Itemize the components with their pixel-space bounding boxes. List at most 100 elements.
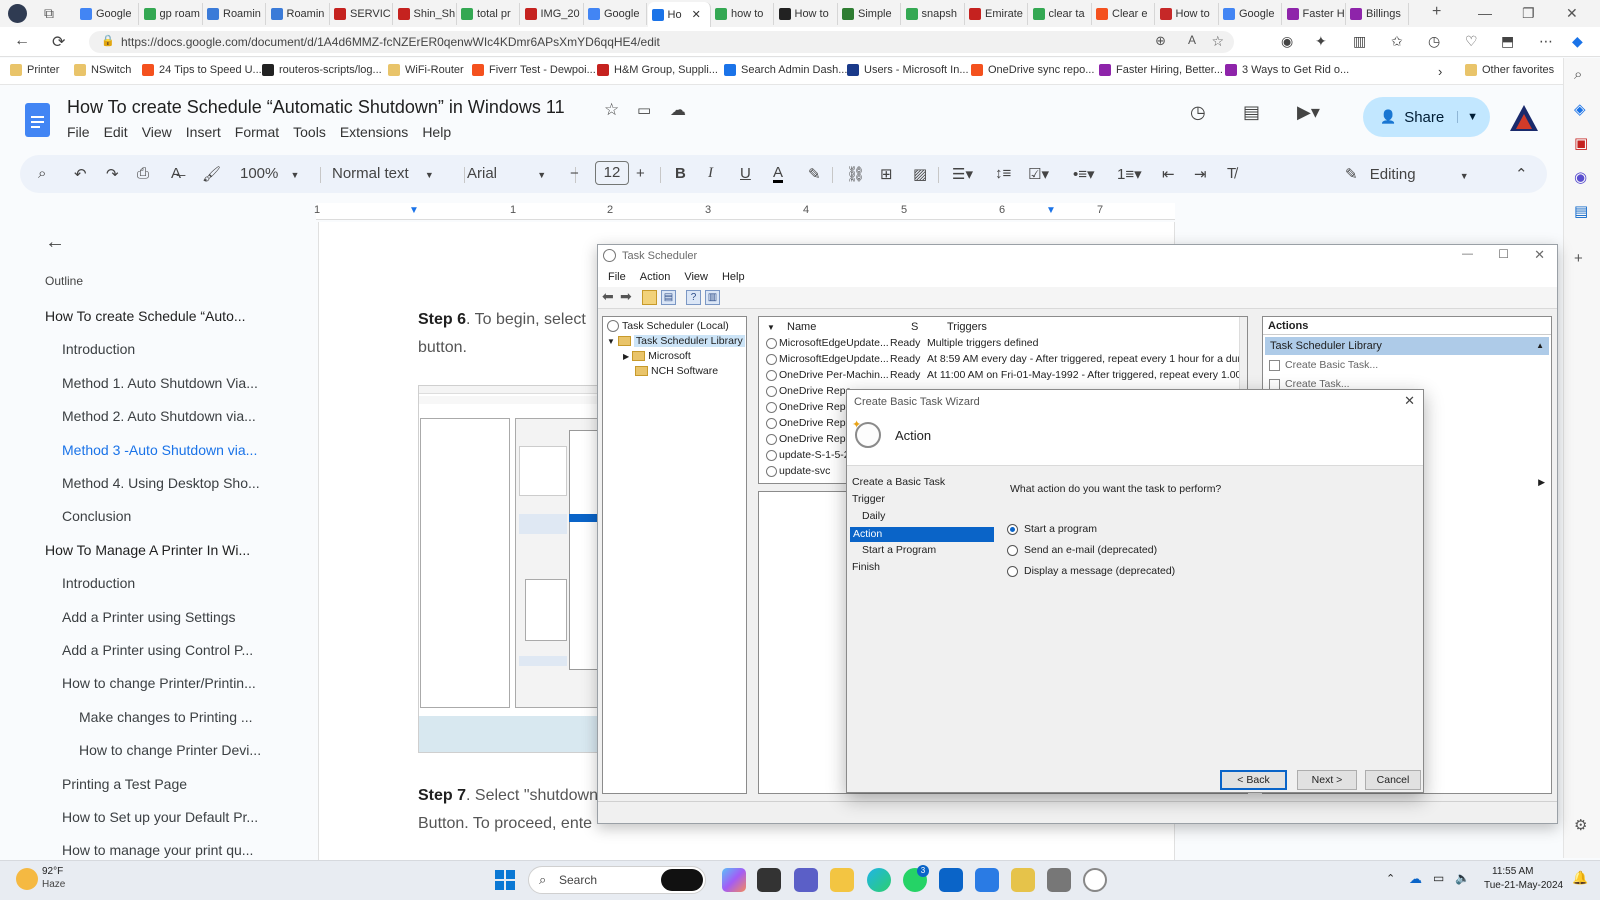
start-button-icon[interactable] (495, 870, 515, 890)
close-tab-icon[interactable]: ✕ (692, 8, 701, 21)
tree-root[interactable]: Task Scheduler (Local) (607, 320, 729, 332)
browser-tab[interactable]: How to (1156, 3, 1219, 25)
tree-item-nch-software[interactable]: NCH Software (635, 365, 718, 377)
ts-menu-help[interactable]: Help (722, 271, 745, 283)
action-radio-option[interactable]: Display a message (deprecated) (1007, 565, 1175, 577)
insert-link-icon[interactable]: ⛓ (846, 165, 865, 183)
outline-item[interactable]: How To create Schedule “Auto... (45, 308, 246, 324)
minimize-icon[interactable]: — (1462, 248, 1473, 260)
menu-view[interactable]: View (142, 124, 172, 140)
history-icon[interactable]: ◷ (1428, 33, 1440, 50)
back-icon[interactable]: ← (14, 32, 30, 50)
bookmark-item[interactable]: 24 Tips to Speed U... (142, 64, 262, 76)
split-screen-icon[interactable]: ▥ (1353, 33, 1366, 50)
bookmark-item[interactable]: routeros-scripts/log... (262, 64, 382, 76)
other-favorites[interactable]: Other favorites (1465, 64, 1554, 76)
show-hide-tree-icon[interactable]: ▤ (661, 290, 676, 305)
browser-tab[interactable]: Shin_Sh (394, 3, 457, 25)
expand-section-icon[interactable]: ▶ (1538, 477, 1545, 488)
right-indent-marker[interactable]: ▼ (1046, 205, 1056, 216)
account-avatar[interactable] (1508, 102, 1540, 134)
menu-extensions[interactable]: Extensions (340, 124, 408, 140)
column-header-status[interactable]: S (911, 321, 918, 333)
ts-menu-action[interactable]: Action (640, 271, 671, 283)
task-view-icon[interactable] (757, 868, 781, 892)
table-row[interactable]: MicrosoftEdgeUpdate... Ready Multiple trig… (759, 337, 1239, 352)
increase-font-size-icon[interactable]: + (636, 165, 645, 182)
outline-item[interactable]: Printing a Test Page (62, 776, 187, 792)
radio-button[interactable] (1007, 544, 1018, 556)
performance-icon[interactable]: ♡ (1465, 33, 1478, 50)
column-header-triggers[interactable]: Triggers (947, 321, 987, 333)
task-scheduler-titlebar[interactable]: Task Scheduler — ☐ ✕ (598, 245, 1557, 267)
weather-icon[interactable] (16, 868, 38, 890)
favorite-star-icon[interactable]: ☆ (1211, 33, 1224, 50)
read-aloud-icon[interactable]: A (1188, 33, 1196, 47)
volume-icon[interactable]: 🔈 (1455, 871, 1470, 885)
outline-item[interactable]: Conclusion (62, 508, 131, 524)
cancel-button[interactable]: Cancel (1365, 770, 1421, 790)
bookmark-item[interactable]: WiFi-Router (388, 64, 464, 76)
line-spacing-icon[interactable]: ↕≡ (995, 165, 1011, 182)
text-color-icon[interactable]: A (773, 165, 784, 183)
search-icon[interactable]: ⌕ (1574, 66, 1582, 83)
action-radio-option[interactable]: Send an e-mail (deprecated) (1007, 544, 1157, 556)
menu-format[interactable]: Format (235, 124, 279, 140)
insert-image-icon[interactable]: ▨ (913, 165, 927, 183)
add-sidebar-icon[interactable]: + (1574, 250, 1583, 267)
bold-icon[interactable]: B (675, 165, 686, 182)
back-button[interactable]: < Back (1220, 770, 1287, 790)
menu-edit[interactable]: Edit (104, 124, 128, 140)
taskbar-search[interactable]: ⌕ Search (528, 866, 706, 894)
close-window-icon[interactable]: ✕ (1566, 5, 1578, 22)
share-button[interactable]: 👤 Share ▼ (1363, 97, 1490, 137)
sort-icon[interactable]: ▼ (767, 323, 775, 332)
embedded-screenshot-image[interactable] (418, 385, 601, 753)
outline-item[interactable]: Add a Printer using Settings (62, 609, 236, 625)
table-row[interactable]: MicrosoftEdgeUpdate... Ready At 8:59 AM ev… (759, 353, 1247, 368)
search-menus-icon[interactable]: ⌕ (38, 165, 46, 182)
games-icon[interactable]: ◉ (1574, 168, 1587, 186)
browser-tab[interactable]: Google (584, 3, 647, 25)
tree-item-library[interactable]: ▼ Task Scheduler Library (607, 335, 745, 347)
undo-icon[interactable]: ↶ (74, 165, 87, 183)
outlook-icon[interactable] (939, 868, 963, 892)
collapse-icon[interactable]: ▼ (607, 337, 615, 346)
menu-insert[interactable]: Insert (186, 124, 221, 140)
sidebar-settings-icon[interactable]: ⚙ (1574, 816, 1587, 834)
meet-icon[interactable]: ▶▾ (1297, 102, 1320, 123)
tree-item-microsoft[interactable]: ▶ Microsoft (623, 350, 691, 362)
browser-tab[interactable]: total pr (457, 3, 520, 25)
close-icon[interactable]: ✕ (1534, 247, 1545, 263)
extensions-puzzle-icon[interactable]: ✦ (1315, 33, 1327, 50)
docs-logo-icon[interactable] (25, 103, 50, 137)
bookmark-item[interactable]: Search Admin Dash... (724, 64, 847, 76)
browser-tab[interactable]: Roamin (267, 3, 330, 25)
radio-button[interactable] (1007, 523, 1018, 535)
version-history-icon[interactable]: ◷ (1190, 102, 1206, 123)
browser-tab[interactable]: SERVIC (330, 3, 393, 25)
profile-icon[interactable] (8, 4, 27, 23)
menu-tools[interactable]: Tools (293, 124, 326, 140)
outline-item[interactable]: How to Set up your Default Pr... (62, 809, 258, 825)
browser-tab[interactable]: Billings (1346, 3, 1409, 25)
wizard-titlebar[interactable]: Create Basic Task Wizard ✕ (847, 390, 1423, 414)
outline-item[interactable]: How to manage your print qu... (62, 842, 253, 858)
bookmark-item[interactable]: H&M Group, Suppli... (597, 64, 718, 76)
outline-item[interactable]: How To Manage A Printer In Wi... (45, 542, 250, 558)
align-icon[interactable]: ☰▾ (952, 165, 973, 183)
decrease-font-size-icon[interactable]: − (570, 165, 579, 182)
left-indent-marker[interactable]: ▼ (409, 205, 419, 216)
favorites-icon[interactable]: ✩ (1391, 33, 1403, 50)
copilot-icon[interactable]: ◆ (1572, 33, 1583, 50)
bookmark-item[interactable]: OneDrive sync repo... (971, 64, 1094, 76)
teams-icon[interactable] (794, 868, 818, 892)
star-icon[interactable]: ☆ (604, 100, 619, 120)
notification-bell-icon[interactable]: 🔔 (1572, 870, 1588, 886)
outline-item[interactable]: How to change Printer Devi... (79, 742, 261, 758)
edge-icon[interactable] (867, 868, 891, 892)
browser-tab[interactable]: snapsh (902, 3, 965, 25)
zoom-icon[interactable]: ⊕ (1155, 33, 1166, 49)
share-dropdown-icon[interactable]: ▼ (1457, 111, 1478, 123)
file-explorer-icon[interactable] (830, 868, 854, 892)
